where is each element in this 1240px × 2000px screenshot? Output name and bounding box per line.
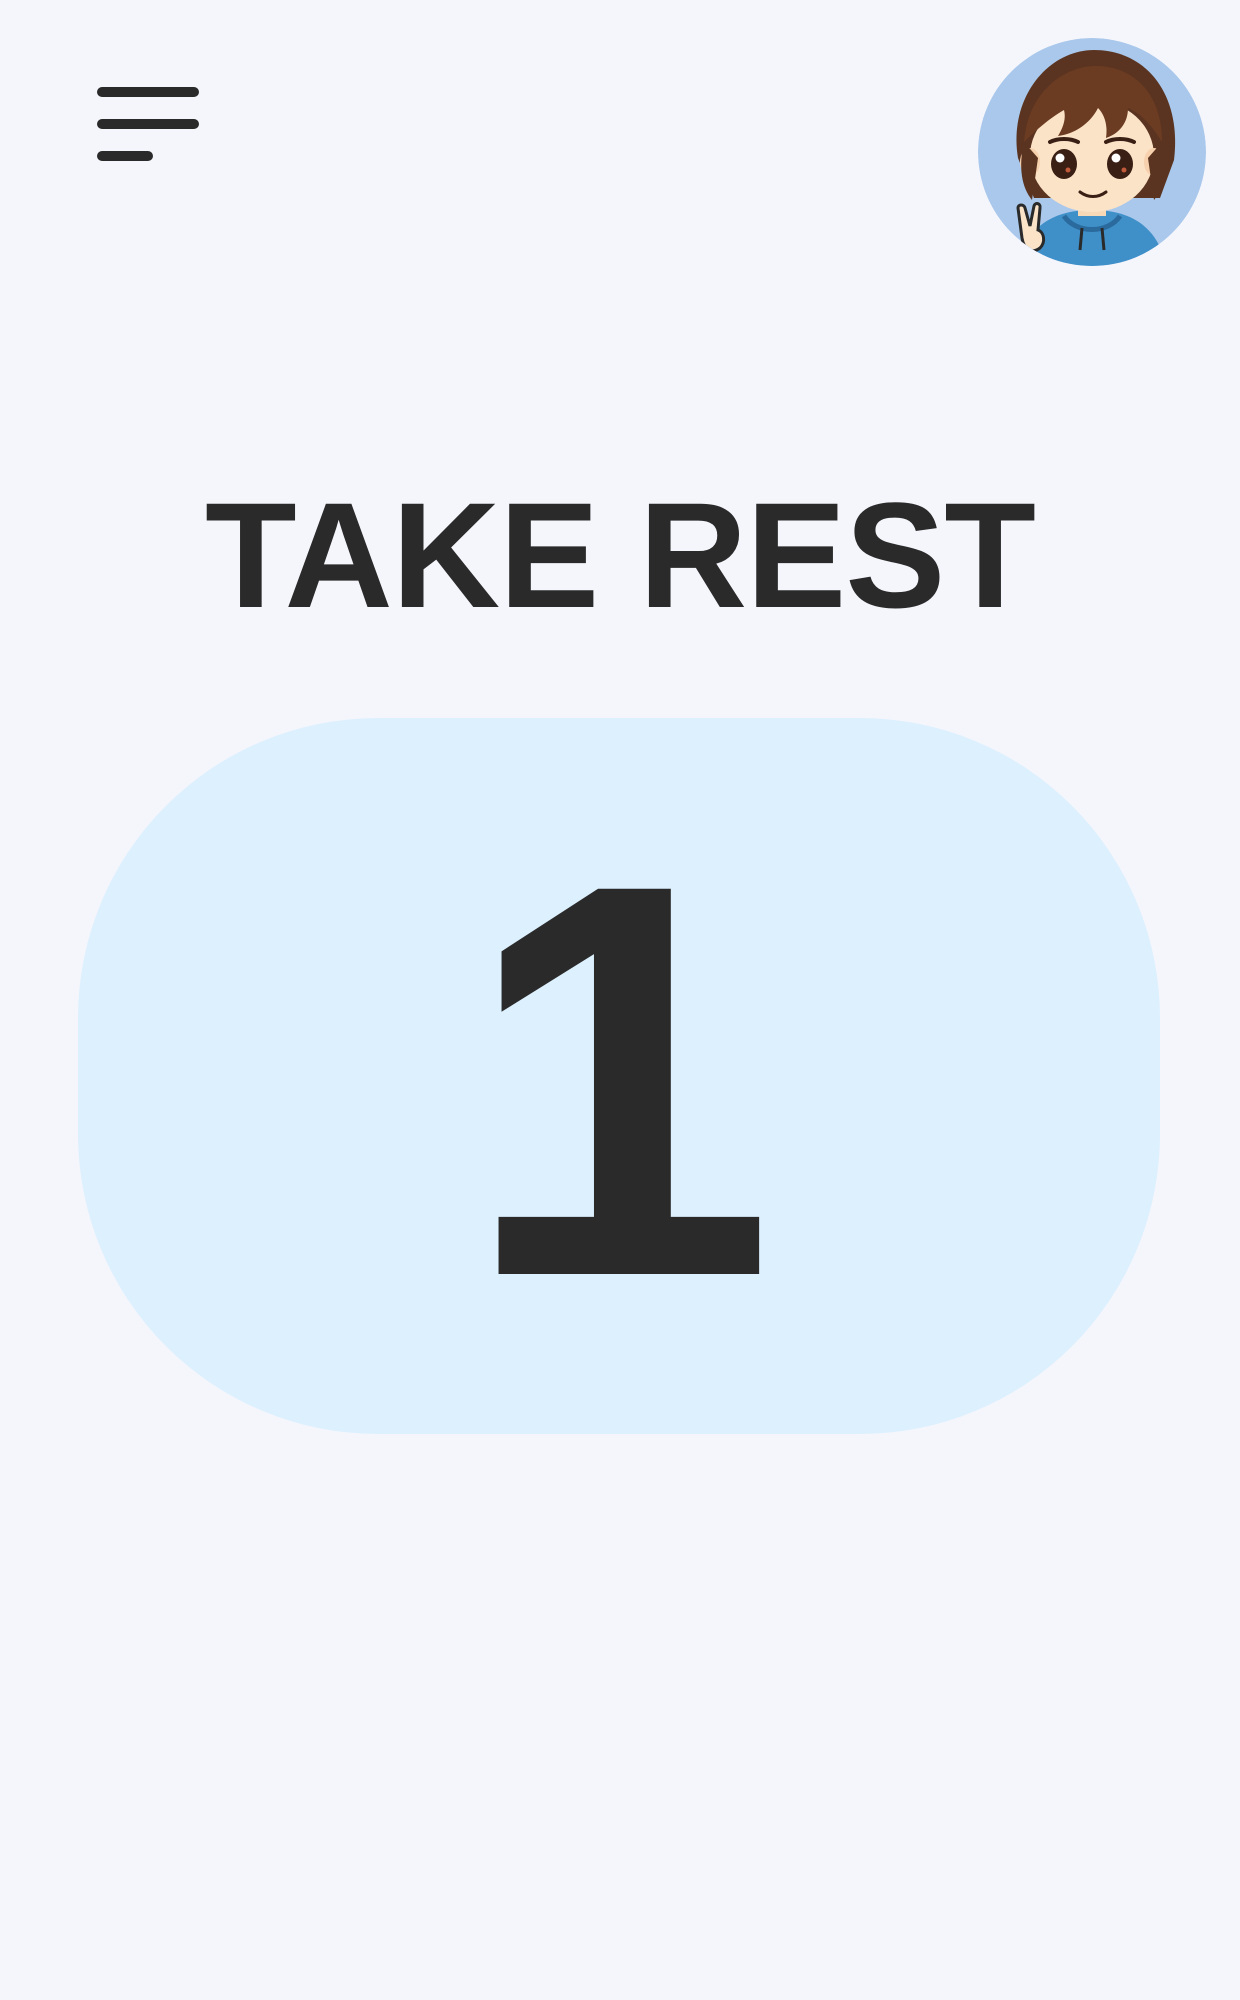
hamburger-menu-icon [97, 87, 199, 161]
counter-card: 1 [78, 718, 1160, 1434]
page-title: TAKE REST [205, 471, 1036, 639]
counter-value: 1 [463, 767, 775, 1393]
user-avatar-icon [978, 38, 1206, 266]
menu-button[interactable] [88, 80, 204, 170]
avatar[interactable] [978, 38, 1206, 266]
